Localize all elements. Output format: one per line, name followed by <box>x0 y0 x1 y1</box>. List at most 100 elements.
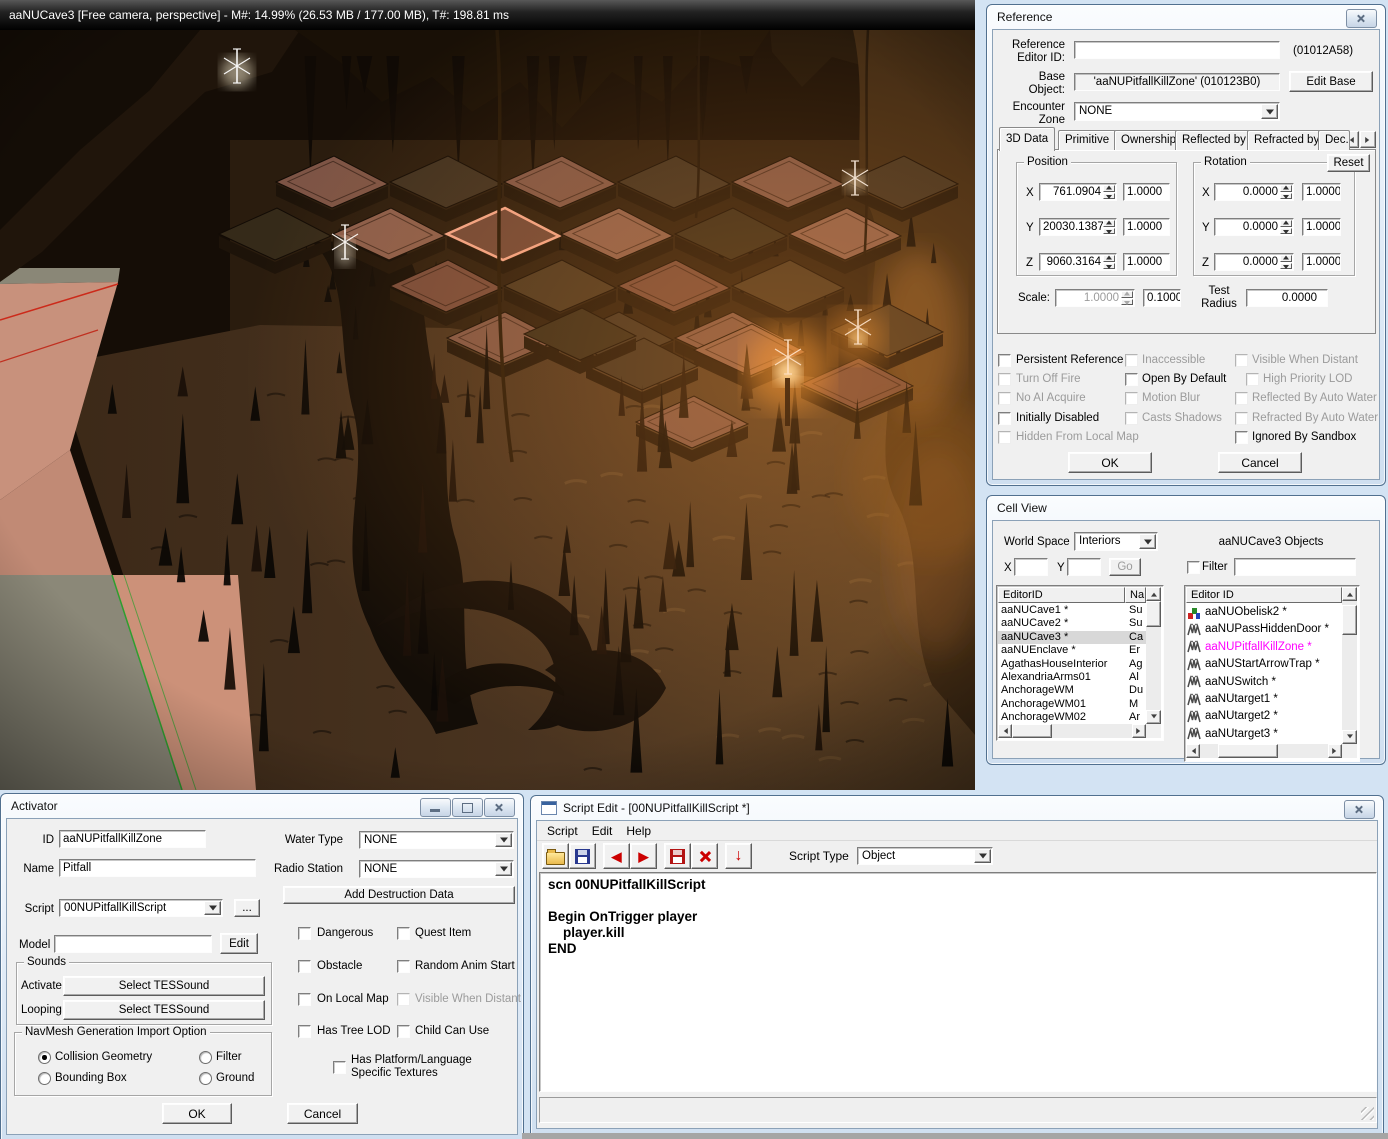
ok-button[interactable]: OK <box>1068 452 1152 473</box>
object-row[interactable]: aaNUPassHiddenDoor * <box>1187 621 1341 638</box>
cell-row[interactable]: AnchorageWM02Ar <box>998 711 1146 724</box>
pos-z-field[interactable]: 9060.3164 <box>1039 253 1117 271</box>
reference-editor-id-field[interactable] <box>1074 41 1280 59</box>
cancel-button[interactable]: Cancel <box>1218 452 1302 473</box>
menu-edit[interactable]: Edit <box>585 822 620 840</box>
tab-refracted-by[interactable]: Refracted by <box>1247 130 1326 150</box>
cell-view-titlebar[interactable]: Cell View <box>987 496 1385 520</box>
random-anim-start-checkbox[interactable] <box>397 960 410 973</box>
pos-x-snap-field[interactable]: 1.0000 <box>1123 183 1170 201</box>
script-dropdown[interactable]: 00NUPitfallKillScript <box>59 899 223 917</box>
cell-row-selected[interactable]: aaNUCave3 *Ca <box>998 631 1146 644</box>
rot-z-snap-field[interactable]: 1.0000 <box>1302 253 1341 271</box>
rot-x-field[interactable]: 0.0000 <box>1214 183 1294 201</box>
edit-base-button[interactable]: Edit Base <box>1289 71 1373 92</box>
filter-radio[interactable] <box>199 1051 212 1064</box>
render-titlebar[interactable]: aaNUCave3 [Free camera, perspective] - M… <box>0 0 975 30</box>
save-script-button[interactable] <box>569 843 596 869</box>
close-icon[interactable] <box>484 798 515 817</box>
cell-row[interactable]: aaNUCave2 *Su <box>998 617 1146 630</box>
obstacle-checkbox[interactable] <box>298 960 311 973</box>
chevron-down-icon[interactable] <box>495 833 512 847</box>
ok-button[interactable]: OK <box>162 1103 232 1124</box>
close-icon[interactable] <box>1346 9 1377 28</box>
cell-row[interactable]: AlexandriaArms01Al <box>998 671 1146 684</box>
close-icon[interactable] <box>1344 800 1375 819</box>
pos-z-snap-field[interactable]: 1.0000 <box>1123 253 1170 271</box>
object-row-selected[interactable]: aaNUPitfallKillZone * <box>1187 639 1341 656</box>
minimize-icon[interactable] <box>420 798 451 817</box>
rot-y-field[interactable]: 0.0000 <box>1214 218 1294 236</box>
model-edit-button[interactable]: Edit <box>220 933 258 954</box>
cancel-button[interactable]: Cancel <box>287 1103 358 1124</box>
open-script-button[interactable] <box>542 843 569 869</box>
reference-titlebar[interactable]: Reference <box>987 5 1385 29</box>
bounding-box-radio[interactable] <box>38 1072 51 1085</box>
vertical-scrollbar[interactable] <box>1342 587 1357 744</box>
quest-item-checkbox[interactable] <box>397 927 410 940</box>
pos-x-field[interactable]: 761.0904 <box>1039 183 1117 201</box>
encounter-zone-dropdown[interactable]: NONE <box>1074 102 1280 121</box>
dangerous-checkbox[interactable] <box>298 927 311 940</box>
scroll-left-icon[interactable] <box>998 724 1012 738</box>
export-script-button[interactable]: ↓ <box>725 843 752 869</box>
object-row[interactable]: aaNUtarget2 * <box>1187 708 1341 725</box>
tab-dec[interactable]: Dec. <box>1318 130 1350 150</box>
chevron-down-icon[interactable] <box>495 862 512 876</box>
model-field[interactable] <box>54 935 212 953</box>
menu-help[interactable]: Help <box>619 822 658 840</box>
chevron-down-icon[interactable] <box>1139 534 1156 549</box>
column-header-name[interactable]: Na <box>1125 587 1146 603</box>
tab-scroll-right-icon[interactable] <box>1360 131 1376 148</box>
object-row[interactable]: aaNUObelisk2 * <box>1187 604 1341 621</box>
script-edit-titlebar[interactable]: Script Edit - [00NUPitfallKillScript *] <box>531 796 1383 820</box>
delete-script-button[interactable] <box>691 843 718 869</box>
spinner[interactable] <box>1103 185 1115 199</box>
ignored-by-sandbox-checkbox[interactable] <box>1235 431 1248 444</box>
platform-textures-checkbox[interactable] <box>333 1061 346 1074</box>
scrollbar-thumb[interactable] <box>1218 744 1278 758</box>
object-row[interactable]: aaNUtarget3 * <box>1187 726 1341 743</box>
id-field[interactable]: aaNUPitfallKillZone <box>59 830 206 848</box>
cell-row[interactable]: AnchorageWM01M <box>998 698 1146 711</box>
persistent-reference-checkbox[interactable] <box>998 354 1011 367</box>
name-field[interactable]: Pitfall <box>59 859 256 877</box>
object-row[interactable]: aaNUSwitch * <box>1187 674 1341 691</box>
water-type-dropdown[interactable]: NONE <box>359 831 514 849</box>
script-text-area[interactable]: scn 00NUPitfallKillScript Begin OnTrigge… <box>539 872 1377 1092</box>
cell-list[interactable]: EditorID Na aaNUCave1 *Su aaNUCave2 *Su … <box>996 585 1164 741</box>
spinner[interactable] <box>1280 220 1292 234</box>
previous-script-button[interactable]: ◀ <box>603 843 630 869</box>
object-row[interactable]: aaNUStartArrowTrap * <box>1187 656 1341 673</box>
pos-y-field[interactable]: 20030.1387 <box>1039 218 1117 236</box>
next-script-button[interactable]: ▶ <box>630 843 657 869</box>
cell-row[interactable]: aaNUCave1 *Su <box>998 604 1146 617</box>
scroll-down-icon[interactable] <box>1342 730 1357 744</box>
on-local-map-checkbox[interactable] <box>298 993 311 1006</box>
scroll-left-icon[interactable] <box>1186 744 1200 758</box>
column-header-editor-id[interactable]: Editor ID <box>1186 587 1342 603</box>
viewport-3d[interactable] <box>0 30 975 790</box>
world-space-dropdown[interactable]: Interiors <box>1074 532 1158 551</box>
object-list[interactable]: Editor ID aaNUObelisk2 * aaNUPassHiddenD… <box>1184 585 1360 762</box>
cell-row[interactable]: AgathasHouseInteriorAg <box>998 658 1146 671</box>
filter-field[interactable] <box>1234 558 1356 576</box>
resize-grip[interactable] <box>1361 1107 1374 1120</box>
horizontal-scrollbar[interactable] <box>1186 744 1342 758</box>
spinner[interactable] <box>1103 255 1115 269</box>
chevron-down-icon[interactable] <box>204 901 221 915</box>
rot-z-field[interactable]: 0.0000 <box>1214 253 1294 271</box>
scrollbar-thumb[interactable] <box>1342 605 1357 635</box>
has-tree-lod-checkbox[interactable] <box>298 1025 311 1038</box>
scroll-up-icon[interactable] <box>1146 587 1161 601</box>
scrollbar-thumb[interactable] <box>1012 724 1052 738</box>
script-code[interactable]: scn 00NUPitfallKillScript Begin OnTrigge… <box>548 877 706 957</box>
rot-x-snap-field[interactable]: 1.0000 <box>1302 183 1341 201</box>
initially-disabled-checkbox[interactable] <box>998 412 1011 425</box>
test-radius-field[interactable]: 0.0000 <box>1246 289 1328 307</box>
pos-y-snap-field[interactable]: 1.0000 <box>1123 218 1170 236</box>
script-browse-button[interactable]: ... <box>234 899 260 917</box>
y-field[interactable] <box>1067 558 1101 576</box>
vertical-scrollbar[interactable] <box>1146 587 1161 724</box>
looping-sound-button[interactable]: Select TESSound <box>63 1000 265 1020</box>
